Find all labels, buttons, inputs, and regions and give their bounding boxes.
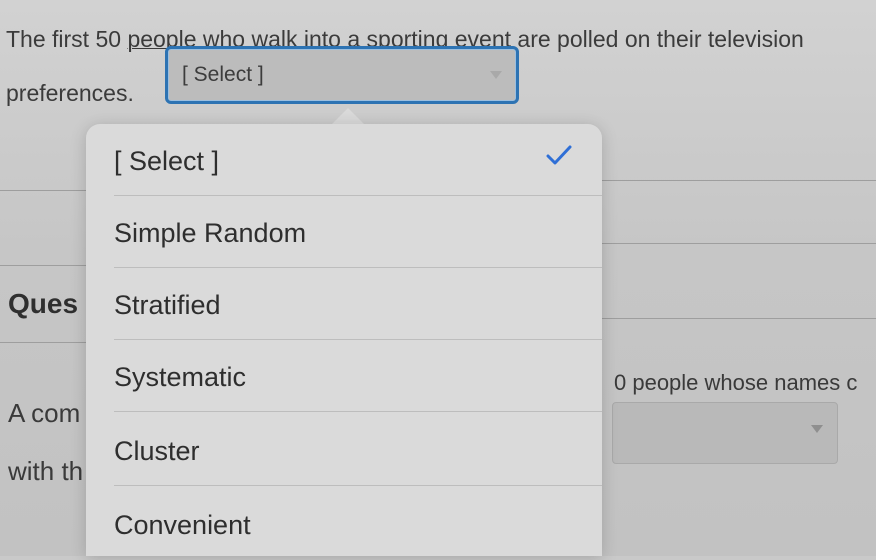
divider: [0, 265, 86, 266]
option-label: Systematic: [114, 362, 247, 392]
option-separator: [114, 485, 602, 486]
select-value: [ Select ]: [182, 63, 264, 86]
dropdown-option-simple-random[interactable]: Simple Random: [86, 196, 602, 268]
dropdown-option-convenient[interactable]: Convenient: [86, 488, 602, 560]
option-label: [ Select ]: [114, 146, 220, 176]
sampling-method-select[interactable]: [ Select ]: [165, 46, 519, 104]
option-label: Stratified: [114, 290, 221, 320]
question-line-2-text: preferences.: [6, 80, 134, 106]
question-body-line-2: with th: [8, 456, 84, 486]
dropdown-popover: [ Select ] Simple Random Stratified Syst…: [86, 124, 602, 556]
popover-arrow: [332, 108, 364, 124]
divider: [0, 190, 86, 191]
divider: [602, 243, 876, 244]
chevron-down-icon: [811, 425, 823, 433]
option-label: Cluster: [114, 436, 200, 466]
option-label: Convenient: [114, 510, 251, 540]
divider: [602, 318, 876, 319]
dropdown-option-systematic[interactable]: Systematic: [86, 340, 602, 412]
dropdown-option-select[interactable]: [ Select ]: [86, 124, 602, 196]
dropdown-option-cluster[interactable]: Cluster: [86, 414, 602, 486]
checkmark-icon: [546, 145, 572, 165]
option-label: Simple Random: [114, 218, 307, 248]
divider: [0, 342, 86, 343]
quiz-page: The first 50 people who walk into a spor…: [0, 0, 876, 556]
chevron-down-icon: [490, 71, 502, 79]
option-separator: [114, 411, 602, 412]
question-body-right-text: 0 people whose names c: [614, 370, 858, 395]
question-line-1-prefix: The first 50: [6, 26, 128, 52]
divider: [602, 180, 876, 181]
question-body-line-1: A com: [8, 398, 81, 428]
question-heading: Ques: [8, 288, 79, 319]
second-question-select[interactable]: [612, 402, 838, 464]
dropdown-option-stratified[interactable]: Stratified: [86, 268, 602, 340]
